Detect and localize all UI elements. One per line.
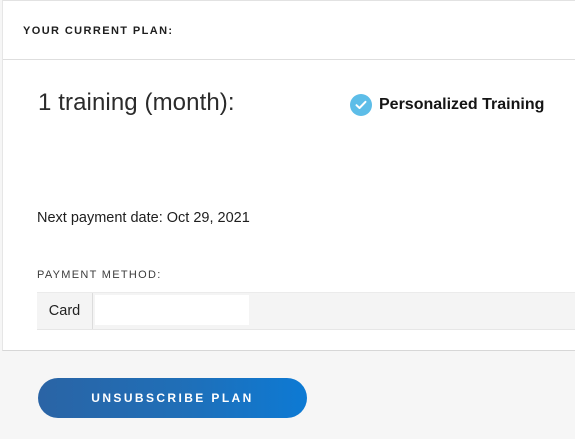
payment-method-row: Card [37, 292, 575, 330]
current-plan-card: YOUR CURRENT PLAN: 1 training (month): P… [2, 0, 575, 351]
payment-method-value [95, 295, 249, 325]
plan-feature: Personalized Training [350, 94, 544, 116]
current-plan-heading: YOUR CURRENT PLAN: [23, 25, 174, 37]
next-payment-date: Next payment date: Oct 29, 2021 [37, 210, 250, 226]
payment-method-label: PAYMENT METHOD: [37, 269, 162, 281]
card-header: YOUR CURRENT PLAN: [3, 1, 575, 60]
unsubscribe-plan-button[interactable]: UNSUBSCRIBE PLAN [38, 378, 307, 418]
check-circle-icon [350, 94, 372, 116]
feature-label: Personalized Training [379, 96, 545, 113]
payment-method-type: Card [37, 293, 93, 329]
plan-name: 1 training (month): [38, 89, 235, 116]
